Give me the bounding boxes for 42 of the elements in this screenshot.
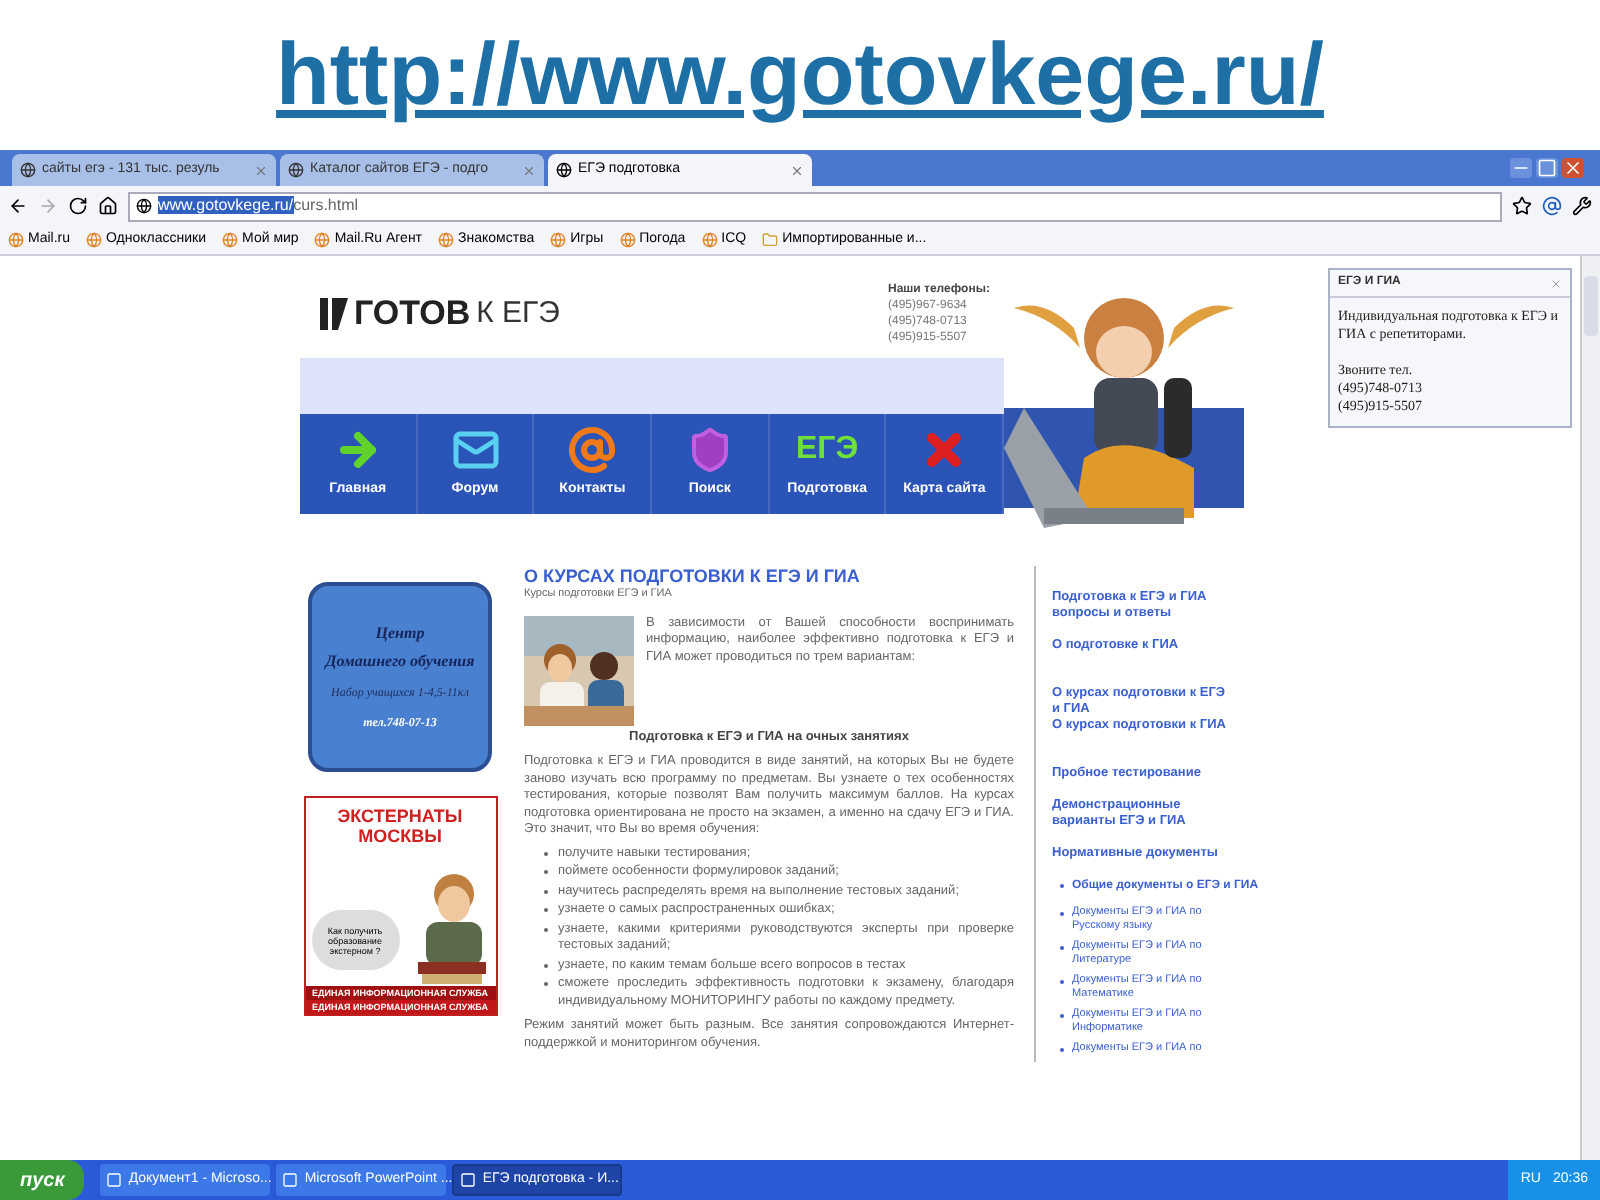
window-icon [282, 1172, 299, 1188]
close-icon[interactable] [1550, 277, 1562, 289]
logo-text: ЕГЭ [795, 430, 859, 471]
close-icon[interactable] [254, 163, 268, 177]
address-field[interactable]: www.gotovkege.ru/curs.html [128, 191, 1502, 221]
globe-icon [701, 232, 718, 248]
globe-icon [86, 232, 103, 248]
article-title: О КУРСАХ ПОДГОТОВКИ К ЕГЭ И ГИА [524, 566, 862, 586]
at-sign-icon[interactable] [1542, 196, 1562, 216]
globe-icon [619, 232, 636, 248]
slide-title-link[interactable]: http://www.gotovkege.ru/ [276, 31, 1324, 119]
globe-icon [20, 162, 36, 178]
folder-icon [762, 232, 779, 248]
home-icon[interactable] [98, 196, 118, 216]
back-icon[interactable] [8, 196, 28, 216]
reload-icon[interactable] [68, 196, 88, 216]
globe-icon [8, 232, 24, 248]
settings-icon[interactable] [1572, 196, 1592, 216]
window-icon [106, 1172, 123, 1188]
start-button[interactable]: пуск [0, 1160, 85, 1200]
banner-title: Домашнего обучения [325, 649, 475, 673]
banner-title: Центр [375, 621, 425, 645]
minimize-icon[interactable] [1510, 158, 1532, 178]
globe-icon [222, 232, 239, 248]
globe-icon [136, 198, 152, 214]
window-icon [460, 1172, 477, 1188]
globe-icon [314, 232, 331, 248]
globe-icon [550, 232, 567, 248]
logo-text: ГОТОВ [354, 296, 471, 330]
logo-text: К ЕГЭ [476, 298, 560, 328]
close-icon[interactable] [1562, 158, 1584, 178]
globe-icon [438, 232, 455, 248]
maximize-icon[interactable] [1536, 158, 1558, 178]
close-icon[interactable] [790, 163, 804, 177]
globe-icon [288, 162, 304, 178]
banner-title: ЭКСТЕРНАТЫ МОСКВЫ [335, 806, 465, 846]
at-sign-icon [568, 426, 617, 475]
bookmark-star-icon[interactable] [1512, 196, 1532, 216]
logo-icon [320, 297, 348, 329]
globe-icon [556, 162, 572, 178]
close-icon[interactable] [522, 163, 536, 177]
envelope-icon [451, 426, 499, 475]
